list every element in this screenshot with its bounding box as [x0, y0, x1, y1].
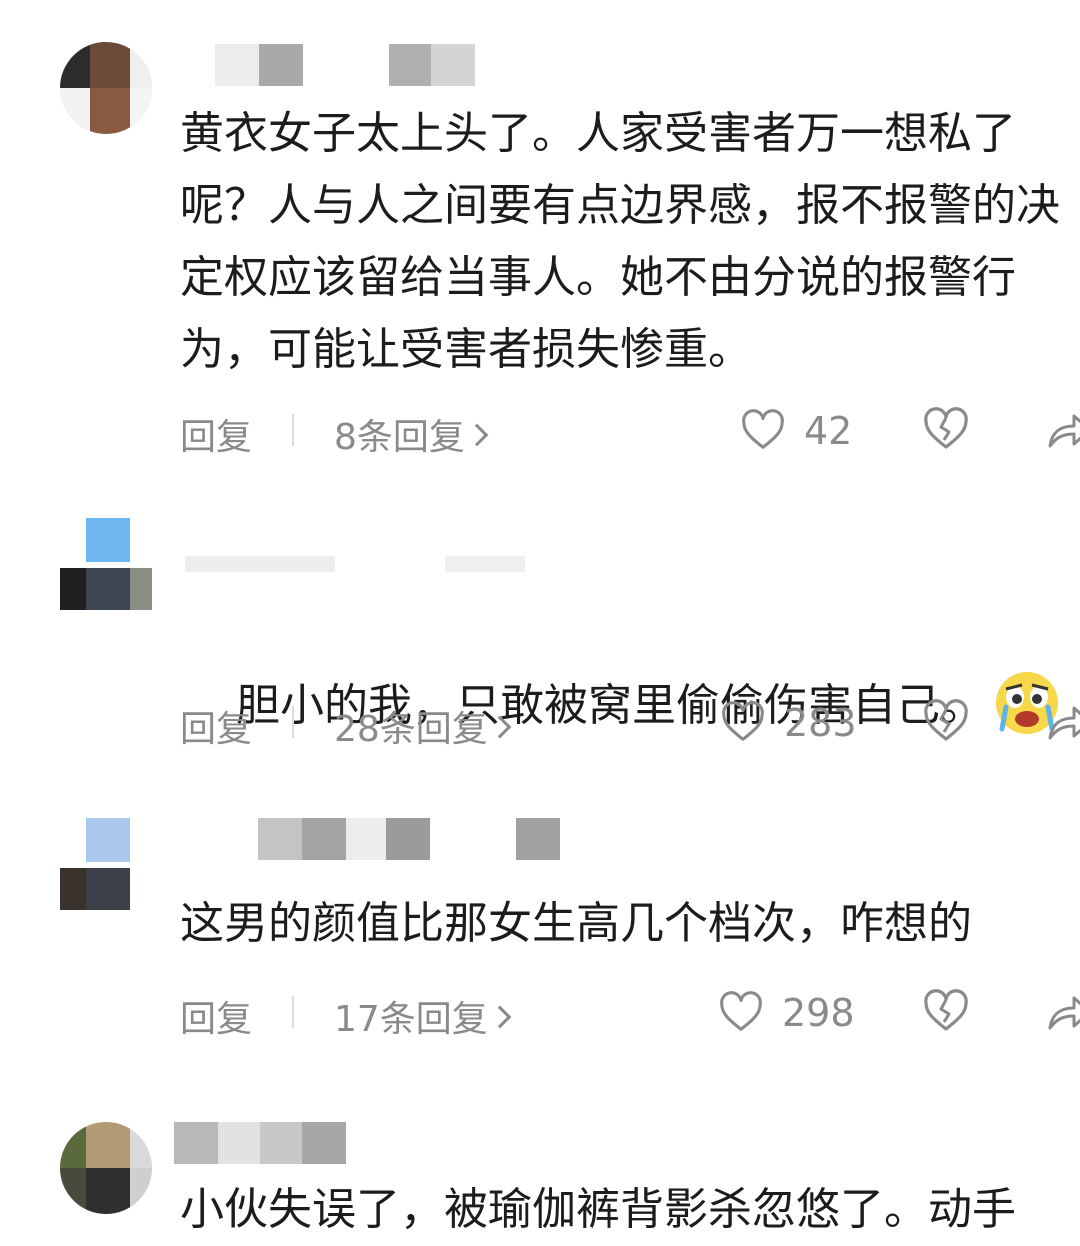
comment-text: 这男的颜值比那女生高几个档次，咋想的	[180, 898, 972, 949]
dislike-button[interactable]	[922, 988, 970, 1036]
divider	[292, 996, 294, 1028]
share-button[interactable]	[1046, 406, 1080, 454]
username-blurred[interactable]	[174, 1122, 346, 1164]
comment-item: 小伙失误了，被瑜伽裤背影杀忽悠了。动手	[0, 1110, 1080, 1236]
avatar[interactable]	[60, 818, 152, 910]
reply-button[interactable]: 回复	[180, 990, 252, 1042]
username-blurred[interactable]	[185, 556, 525, 572]
broken-heart-icon	[924, 407, 968, 449]
dislike-button[interactable]	[922, 406, 970, 454]
comment-item: 这男的颜值比那女生高几个档次，咋想的 回复 17条回复 298	[0, 810, 1080, 1070]
dislike-button[interactable]	[922, 698, 970, 746]
username-blurred[interactable]	[258, 818, 568, 860]
view-replies-link[interactable]: 17条回复	[334, 990, 512, 1042]
broken-heart-icon	[924, 989, 968, 1031]
view-replies-label: 8条回复	[334, 417, 465, 458]
share-button[interactable]	[1046, 698, 1080, 746]
view-replies-label: 28条回复	[334, 709, 488, 750]
heart-outline-icon	[720, 991, 762, 1031]
comment-actions: 回复 28条回复 283	[180, 692, 1080, 752]
comment-text: 小伙失误了，被瑜伽裤背影杀忽悠了。动手	[180, 1184, 1016, 1235]
like-button[interactable]: 283	[720, 698, 857, 748]
comment-item: 黄衣女子太上头了。人家受害者万一想私了呢？人与人之间要有点边界感，报不报警的决定…	[0, 0, 1080, 480]
avatar[interactable]	[60, 1122, 152, 1214]
reply-button[interactable]: 回复	[180, 408, 252, 460]
heart-outline-icon	[722, 701, 764, 741]
avatar[interactable]	[60, 42, 152, 134]
chevron-right-icon	[488, 715, 512, 739]
share-button[interactable]	[1046, 988, 1080, 1036]
divider	[292, 706, 294, 738]
like-count: 283	[784, 701, 857, 745]
like-button[interactable]: 42	[740, 406, 852, 456]
comment-text: 黄衣女子太上头了。人家受害者万一想私了呢？人与人之间要有点边界感，报不报警的决定…	[180, 108, 1060, 375]
view-replies-link[interactable]: 8条回复	[334, 408, 489, 460]
reply-button[interactable]: 回复	[180, 700, 252, 752]
like-count: 42	[804, 409, 853, 453]
share-icon	[1048, 706, 1080, 740]
comment-item: 胆小的我，只敢被窝里偷偷伤害自己。 回复 28条回复 283	[0, 510, 1080, 790]
username-blurred[interactable]	[215, 44, 475, 86]
view-replies-label: 17条回复	[334, 999, 488, 1040]
like-button[interactable]: 298	[718, 988, 855, 1038]
avatar[interactable]	[60, 518, 152, 610]
chevron-right-icon	[465, 423, 489, 447]
divider	[292, 414, 294, 446]
chevron-right-icon	[488, 1005, 512, 1029]
comment-actions: 回复 17条回复 298	[180, 982, 1080, 1042]
share-icon	[1048, 996, 1080, 1030]
view-replies-link[interactable]: 28条回复	[334, 700, 512, 752]
broken-heart-icon	[924, 699, 968, 741]
heart-outline-icon	[742, 409, 784, 449]
like-count: 298	[782, 991, 855, 1035]
comment-actions: 回复 8条回复 42	[180, 400, 1080, 460]
share-icon	[1048, 414, 1080, 448]
